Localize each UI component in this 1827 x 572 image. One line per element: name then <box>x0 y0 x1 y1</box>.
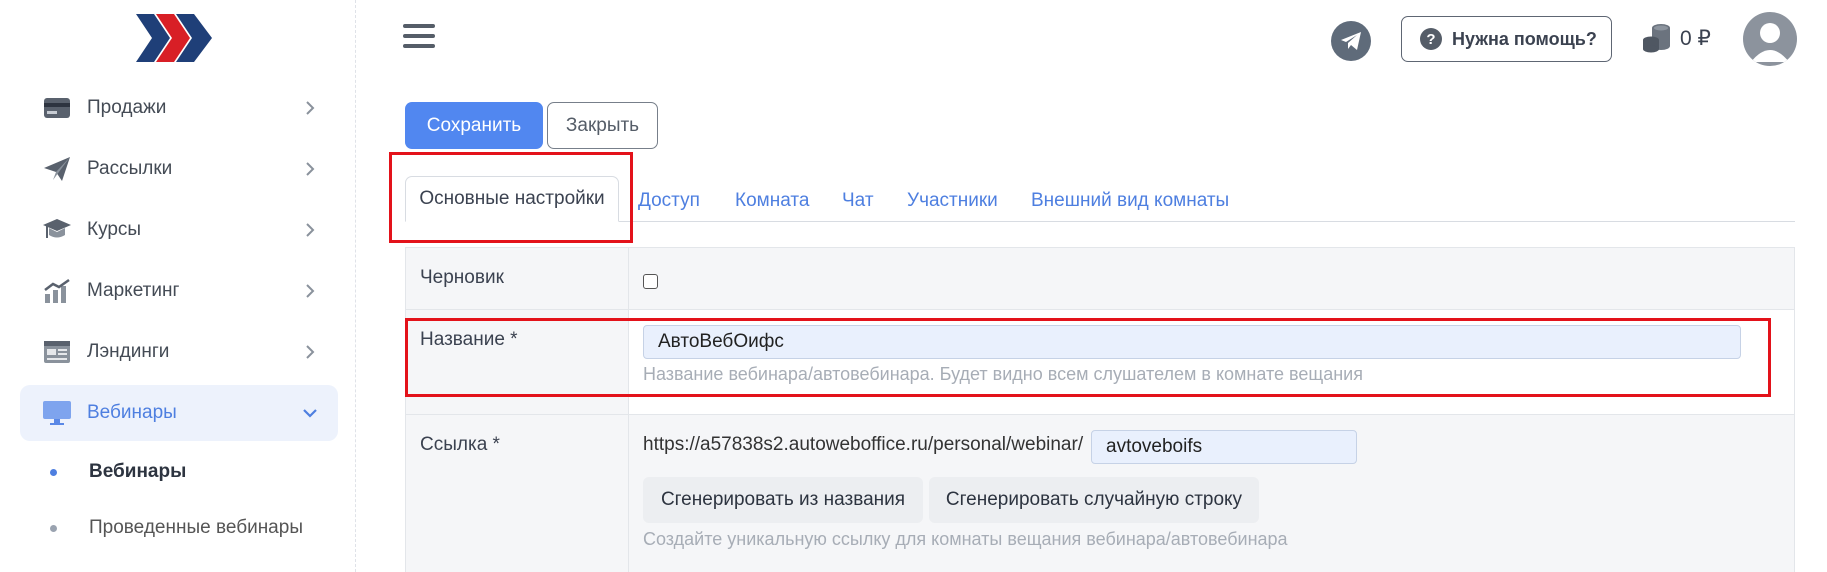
sidebar-item-marketing[interactable]: Маркетинг <box>20 263 338 319</box>
tab-room[interactable]: Комната <box>735 190 809 212</box>
name-hint: Название вебинара/автовебинара. Будет ви… <box>643 364 1363 384</box>
chevron-right-icon <box>300 342 320 362</box>
growth-chart-icon <box>40 274 74 308</box>
draft-label: Черновик <box>420 267 504 288</box>
sidebar-item-landings[interactable]: Лэндинги <box>20 324 338 380</box>
bullet-dot-icon <box>50 468 57 476</box>
sidebar-item-label: Маркетинг <box>87 280 180 301</box>
landing-page-icon <box>40 335 74 369</box>
sidebar-item-label: Курсы <box>87 219 142 240</box>
generate-from-name-button[interactable]: Сгенерировать из названия <box>643 477 923 523</box>
name-label: Название * <box>420 329 518 350</box>
settings-form: Черновик Название * АвтоВебОифс Название… <box>405 247 1795 572</box>
sidebar-item-label: Продажи <box>87 97 167 118</box>
sidebar-subitem-label: Проведенные вебинары <box>89 517 303 538</box>
telegram-icon[interactable] <box>1331 21 1371 61</box>
sidebar-item-label: Рассылки <box>87 158 173 179</box>
draft-checkbox[interactable] <box>643 274 658 289</box>
sidebar-subitem-webinars[interactable]: Вебинары <box>50 452 186 492</box>
hamburger-menu-icon[interactable] <box>403 24 435 54</box>
help-button-label: Нужна помощь? <box>1452 28 1597 49</box>
chevron-down-icon <box>300 403 320 423</box>
tab-main-settings[interactable]: Основные настройки <box>405 176 619 222</box>
link-prefix: https://a57838s2.autoweboffice.ru/person… <box>643 434 1084 455</box>
name-input[interactable]: АвтоВебОифс <box>643 325 1741 359</box>
sidebar-subitem-past-webinars[interactable]: Проведенные вебинары <box>50 508 303 548</box>
sidebar-item-webinars[interactable]: Вебинары <box>20 385 338 441</box>
sidebar-item-sales[interactable]: Продажи <box>20 80 338 136</box>
coins-icon <box>1643 24 1670 53</box>
monitor-icon <box>40 396 74 430</box>
save-button[interactable]: Сохранить <box>405 102 543 149</box>
sidebar-item-mailings[interactable]: Рассылки <box>20 141 338 197</box>
sidebar-subitem-label: Вебинары <box>89 461 187 482</box>
sidebar-item-label: Лэндинги <box>87 341 170 362</box>
chevron-right-icon <box>300 159 320 179</box>
bullet-dot-icon <box>50 524 57 532</box>
link-slug-input[interactable]: avtoveboifs <box>1091 430 1357 464</box>
graduation-cap-icon <box>40 213 74 247</box>
tab-chat[interactable]: Чат <box>842 190 874 212</box>
sidebar-item-courses[interactable]: Курсы <box>20 202 338 258</box>
link-label: Ссылка * <box>420 434 500 455</box>
logo[interactable] <box>136 14 214 62</box>
question-icon: ? <box>1420 28 1442 50</box>
credit-card-icon <box>40 91 74 125</box>
paper-plane-icon <box>40 152 74 186</box>
chevron-right-icon <box>300 281 320 301</box>
user-avatar[interactable] <box>1743 12 1797 66</box>
tab-room-appearance[interactable]: Внешний вид комнаты <box>1031 190 1229 212</box>
tab-participants[interactable]: Участники <box>907 190 998 212</box>
help-button[interactable]: ? Нужна помощь? <box>1401 16 1612 62</box>
link-hint: Создайте уникальную ссылку для комнаты в… <box>643 529 1288 549</box>
chevron-right-icon <box>300 220 320 240</box>
sidebar-item-label: Вебинары <box>87 402 177 423</box>
balance-amount: 0 ₽ <box>1680 27 1711 50</box>
chevron-right-icon <box>300 98 320 118</box>
close-button[interactable]: Закрыть <box>547 102 658 149</box>
sidebar: Продажи Рассылки Курсы Маркетинг Лэндинг… <box>0 0 356 572</box>
generate-random-button[interactable]: Сгенерировать случайную строку <box>929 477 1259 523</box>
tab-access[interactable]: Доступ <box>638 190 700 212</box>
